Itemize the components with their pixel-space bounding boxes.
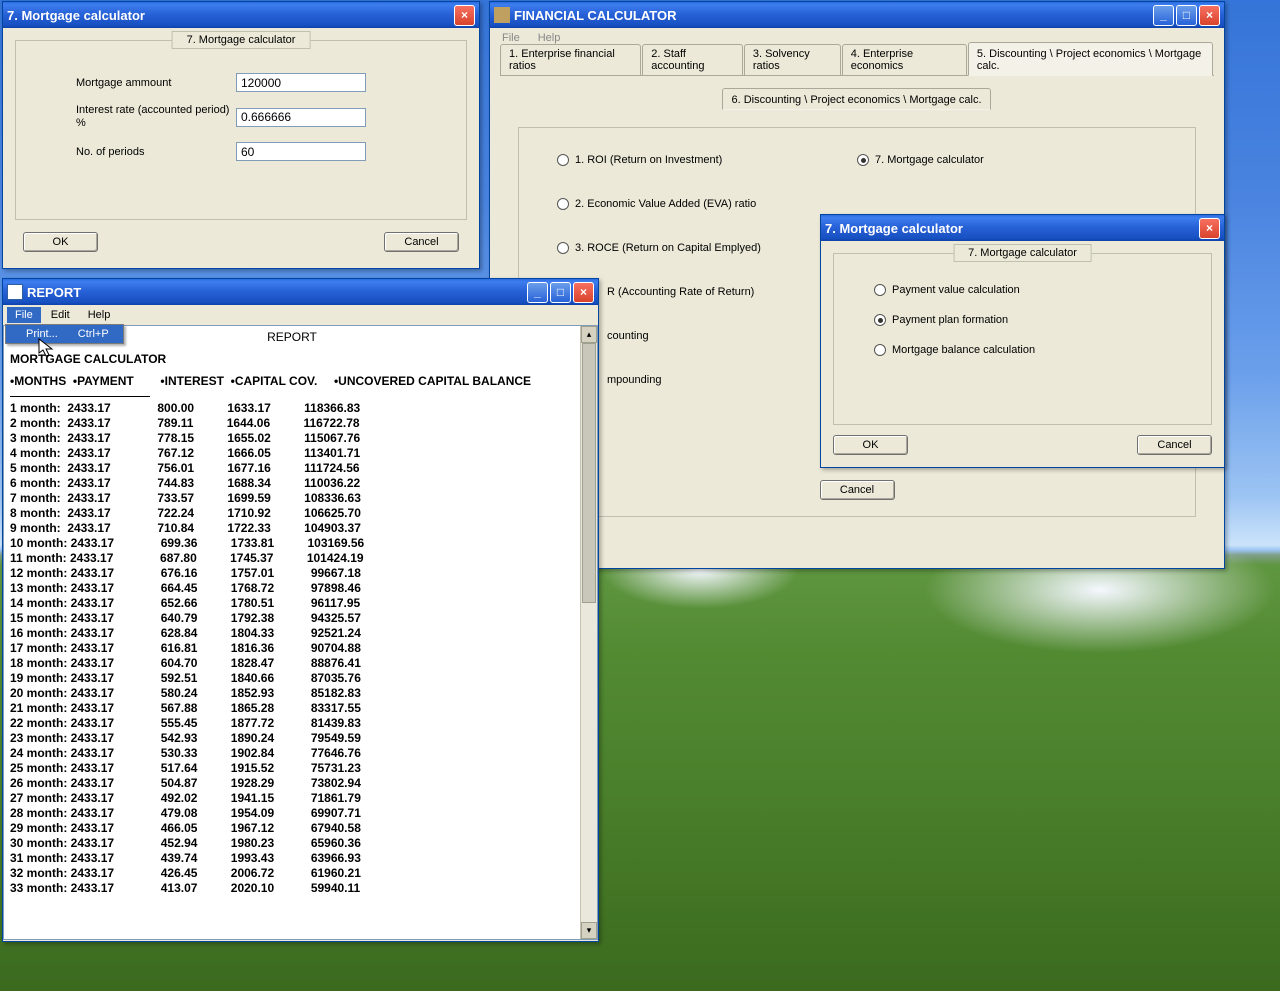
table-row: 3 month: 2433.17 778.15 1655.02 115067.7… — [10, 431, 580, 446]
radio-payment-value[interactable]: Payment value calculation — [874, 284, 1171, 296]
table-row: 9 month: 2433.17 710.84 1722.33 104903.3… — [10, 521, 580, 536]
table-row: 16 month: 2433.17 628.84 1804.33 92521.2… — [10, 626, 580, 641]
report-window: REPORT _ □ × File Edit Help Print... Ctr… — [2, 278, 599, 942]
report-heading: MORTGAGE CALCULATOR — [10, 352, 580, 366]
table-row: 11 month: 2433.17 687.80 1745.37 101424.… — [10, 551, 580, 566]
tab-3[interactable]: 3. Solvency ratios — [744, 44, 841, 75]
radio-balance[interactable]: Mortgage balance calculation — [874, 344, 1171, 356]
amount-label: Mortgage ammount — [76, 77, 236, 89]
minimize-button[interactable]: _ — [1153, 5, 1174, 26]
group-label: 7. Mortgage calculator — [953, 244, 1092, 262]
menu-print[interactable]: Print... Ctrl+P — [6, 325, 123, 343]
table-row: 12 month: 2433.17 676.16 1757.01 99667.1… — [10, 566, 580, 581]
rate-label: Interest rate (accounted period) % — [76, 104, 236, 130]
table-row: 28 month: 2433.17 479.08 1954.09 69907.7… — [10, 806, 580, 821]
close-button[interactable]: × — [1199, 5, 1220, 26]
report-icon — [7, 284, 23, 300]
maximize-button[interactable]: □ — [550, 282, 571, 303]
subtab-6[interactable]: 6. Discounting \ Project economics \ Mor… — [722, 88, 990, 110]
table-row: 30 month: 2433.17 452.94 1980.23 65960.3… — [10, 836, 580, 851]
scroll-thumb[interactable] — [582, 343, 596, 603]
window-title: REPORT — [27, 285, 81, 300]
table-row: 26 month: 2433.17 504.87 1928.29 73802.9… — [10, 776, 580, 791]
table-row: 15 month: 2433.17 640.79 1792.38 94325.5… — [10, 611, 580, 626]
cancel-button[interactable]: Cancel — [820, 480, 895, 500]
table-row: 29 month: 2433.17 466.05 1967.12 67940.5… — [10, 821, 580, 836]
ok-button[interactable]: OK — [833, 435, 908, 455]
table-row: 33 month: 2433.17 413.07 2020.10 59940.1… — [10, 881, 580, 896]
window-title: 7. Mortgage calculator — [7, 8, 145, 23]
table-row: 32 month: 2433.17 426.45 2006.72 61960.2… — [10, 866, 580, 881]
table-row: 1 month: 2433.17 800.00 1633.17 118366.8… — [10, 401, 580, 416]
mortgage-options-dialog: 7. Mortgage calculator × 7. Mortgage cal… — [820, 214, 1225, 468]
mortgage-options-titlebar[interactable]: 7. Mortgage calculator × — [821, 215, 1224, 241]
table-row: 27 month: 2433.17 492.02 1941.15 71861.7… — [10, 791, 580, 806]
table-row: 10 month: 2433.17 699.36 1733.81 103169.… — [10, 536, 580, 551]
file-dropdown: Print... Ctrl+P — [5, 324, 124, 344]
minimize-button[interactable]: _ — [527, 282, 548, 303]
financial-calculator-titlebar[interactable]: FINANCIAL CALCULATOR _ □ × — [490, 2, 1224, 28]
table-row: 21 month: 2433.17 567.88 1865.28 83317.5… — [10, 701, 580, 716]
ok-button[interactable]: OK — [23, 232, 98, 252]
report-columns: •MONTHS •PAYMENT •INTEREST •CAPITAL COV.… — [10, 374, 574, 388]
app-icon — [494, 7, 510, 23]
rate-input[interactable] — [236, 108, 366, 127]
table-row: 8 month: 2433.17 722.24 1710.92 106625.7… — [10, 506, 580, 521]
radio-mortgage[interactable]: 7. Mortgage calculator — [857, 154, 1157, 166]
vertical-scrollbar[interactable]: ▴ ▾ — [580, 326, 597, 939]
scroll-down-button[interactable]: ▾ — [581, 922, 597, 939]
table-row: 24 month: 2433.17 530.33 1902.84 77646.7… — [10, 746, 580, 761]
tab-4[interactable]: 4. Enterprise economics — [842, 44, 967, 75]
menu-help[interactable]: Help — [80, 307, 119, 323]
cancel-button[interactable]: Cancel — [1137, 435, 1212, 455]
table-row: 7 month: 2433.17 733.57 1699.59 108336.6… — [10, 491, 580, 506]
table-row: 23 month: 2433.17 542.93 1890.24 79549.5… — [10, 731, 580, 746]
radio-roi[interactable]: 1. ROI (Return on Investment) — [557, 154, 857, 166]
menu-edit[interactable]: Edit — [43, 307, 78, 323]
close-button[interactable]: × — [1199, 218, 1220, 239]
table-row: 13 month: 2433.17 664.45 1768.72 97898.4… — [10, 581, 580, 596]
report-rows: 1 month: 2433.17 800.00 1633.17 118366.8… — [4, 401, 580, 896]
report-titlebar[interactable]: REPORT _ □ × — [3, 279, 598, 305]
group-label: 7. Mortgage calculator — [172, 31, 311, 49]
periods-input[interactable] — [236, 142, 366, 161]
table-row: 25 month: 2433.17 517.64 1915.52 75731.2… — [10, 761, 580, 776]
tab-1[interactable]: 1. Enterprise financial ratios — [500, 44, 641, 75]
table-row: 19 month: 2433.17 592.51 1840.66 87035.7… — [10, 671, 580, 686]
table-row: 14 month: 2433.17 652.66 1780.51 96117.9… — [10, 596, 580, 611]
close-button[interactable]: × — [454, 5, 475, 26]
maximize-button[interactable]: □ — [1176, 5, 1197, 26]
periods-label: No. of periods — [76, 146, 236, 158]
window-title: 7. Mortgage calculator — [825, 221, 963, 236]
table-row: 2 month: 2433.17 789.11 1644.06 116722.7… — [10, 416, 580, 431]
tab-2[interactable]: 2. Staff accounting — [642, 44, 743, 75]
radio-eva[interactable]: 2. Economic Value Added (EVA) ratio — [557, 198, 857, 210]
radio-payment-plan[interactable]: Payment plan formation — [874, 314, 1171, 326]
table-row: 5 month: 2433.17 756.01 1677.16 111724.5… — [10, 461, 580, 476]
window-title: FINANCIAL CALCULATOR — [514, 8, 677, 23]
mortgage-calculator-dialog: 7. Mortgage calculator × 7. Mortgage cal… — [2, 1, 480, 269]
close-button[interactable]: × — [573, 282, 594, 303]
radio-roce[interactable]: 3. ROCE (Return on Capital Emplyed) — [557, 242, 857, 254]
table-row: 6 month: 2433.17 744.83 1688.34 110036.2… — [10, 476, 580, 491]
cancel-button[interactable]: Cancel — [384, 232, 459, 252]
table-row: 4 month: 2433.17 767.12 1666.05 113401.7… — [10, 446, 580, 461]
tab-5[interactable]: 5. Discounting \ Project economics \ Mor… — [968, 42, 1213, 76]
mortgage-calculator-titlebar[interactable]: 7. Mortgage calculator × — [3, 2, 479, 28]
menu-file[interactable]: File — [7, 307, 41, 323]
table-row: 17 month: 2433.17 616.81 1816.36 90704.8… — [10, 641, 580, 656]
table-row: 18 month: 2433.17 604.70 1828.47 88876.4… — [10, 656, 580, 671]
amount-input[interactable] — [236, 73, 366, 92]
table-row: 31 month: 2433.17 439.74 1993.43 63966.9… — [10, 851, 580, 866]
scroll-up-button[interactable]: ▴ — [581, 326, 597, 343]
table-row: 22 month: 2433.17 555.45 1877.72 81439.8… — [10, 716, 580, 731]
tabbar: 1. Enterprise financial ratios 2. Staff … — [500, 54, 1214, 76]
table-row: 20 month: 2433.17 580.24 1852.93 85182.8… — [10, 686, 580, 701]
